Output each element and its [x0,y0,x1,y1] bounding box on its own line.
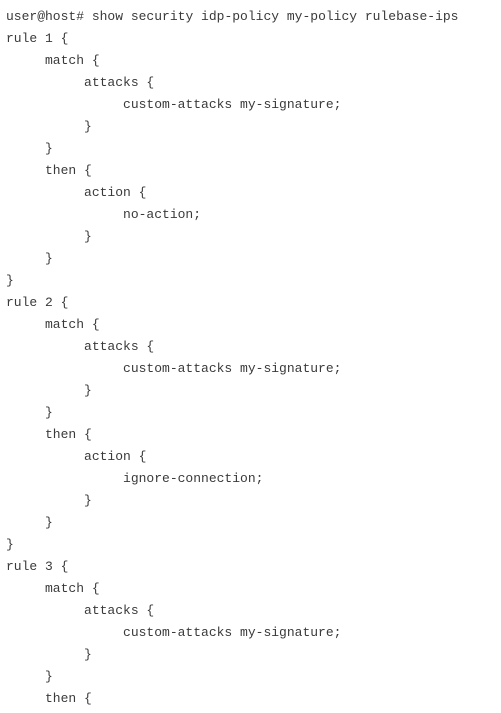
command: show security idp-policy my-policy ruleb… [92,9,459,24]
config-body: rule 1 { match { attacks { custom-attack… [6,31,341,706]
terminal-output: user@host# show security idp-policy my-p… [0,0,501,713]
prompt: user@host# [6,9,84,24]
prompt-line: user@host# show security idp-policy my-p… [6,9,459,24]
